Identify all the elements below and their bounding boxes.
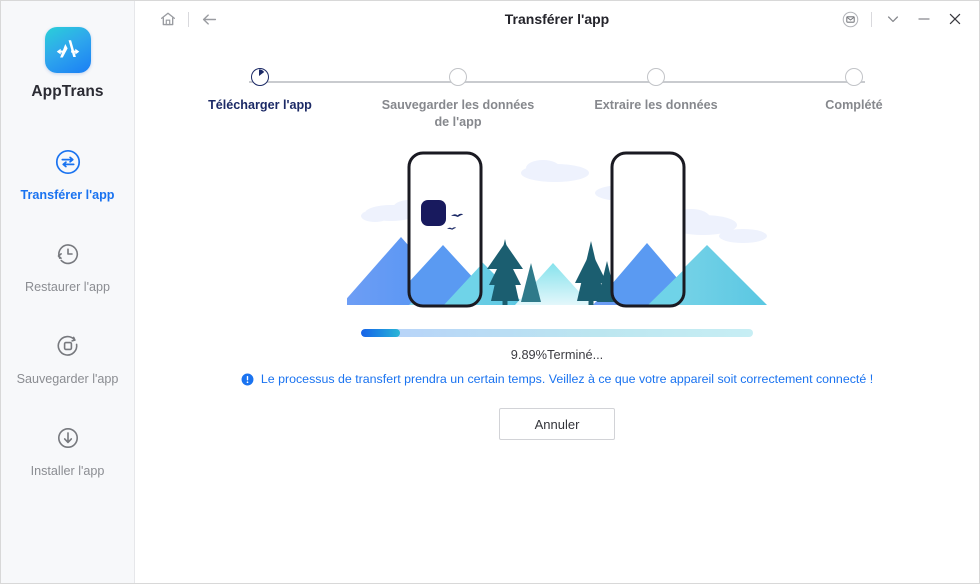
step-label: Sauvegarder les données de l'app [381,98,535,129]
install-download-icon [53,423,83,453]
cancel-button[interactable]: Annuler [499,408,615,440]
sidebar-item-label: Restaurer l'app [24,279,110,294]
toolbar-divider [188,11,189,27]
step-label: Extraire les données [594,98,718,112]
step-label: Complété [825,98,883,112]
home-icon[interactable] [157,8,179,30]
step-completed: Complété [769,68,939,131]
progress-bar-fill [361,329,400,337]
notice-row: Le processus de transfert prendra un cer… [135,372,979,386]
sidebar-nav: Transférer l'app Restaurer l'app Sauvega… [1,129,134,497]
sidebar-item-label: Sauvegarder l'app [16,371,119,386]
step-backup-app-data: Sauvegarder les données de l'app [373,68,543,131]
window-controls [840,1,965,37]
step-dot-active-spinner [251,68,269,86]
info-exclamation-icon [241,373,254,386]
apptrans-logo-icon [44,27,91,73]
pine-trees-left [487,238,523,305]
progress-bar-track [361,329,753,337]
progress-area: 9.89%Terminé... [361,329,753,362]
app-window: AppTrans Transférer l'app Restaurer l'ap… [0,0,980,584]
step-extract-data: Extraire les données [571,68,741,131]
chevron-down-icon[interactable] [883,9,903,29]
notice-text: Le processus de transfert prendra un cer… [260,372,874,386]
transfer-icon [53,147,83,177]
step-dot [845,68,863,86]
brand-name: AppTrans [31,83,104,100]
step-label: Télécharger l'app [208,98,312,112]
sidebar-item-label: Transférer l'app [20,187,115,202]
progress-stepper: Télécharger l'app Sauvegarder les donnée… [175,68,939,136]
title-bar-left-controls [157,1,220,37]
sidebar-item-restore[interactable]: Restaurer l'app [1,221,134,313]
step-dot [449,68,467,86]
step-dot [647,68,665,86]
action-row: Annuler [135,408,979,440]
close-icon[interactable] [945,9,965,29]
sidebar-item-install[interactable]: Installer l'app [1,405,134,497]
window-controls-divider [871,11,872,27]
sidebar-item-label: Installer l'app [30,463,105,478]
envelope-icon[interactable] [840,9,860,29]
two-phones-landscape-illustration [135,140,979,320]
main-content: Transférer l'app Télécharger l'app Sauve… [135,1,979,583]
step-download-app: Télécharger l'app [175,68,345,131]
backup-icon [53,331,83,361]
sidebar-item-transfer[interactable]: Transférer l'app [1,129,134,221]
brand: AppTrans [1,1,134,101]
minimize-icon[interactable] [914,9,934,29]
sidebar: AppTrans Transférer l'app Restaurer l'ap… [1,1,135,583]
title-bar: Transférer l'app [135,1,979,37]
back-arrow-icon[interactable] [198,8,220,30]
app-tile [421,199,446,226]
sidebar-item-backup[interactable]: Sauvegarder l'app [1,313,134,405]
progress-percent-label: 9.89%Terminé... [510,347,604,362]
restore-clock-icon [53,239,83,269]
